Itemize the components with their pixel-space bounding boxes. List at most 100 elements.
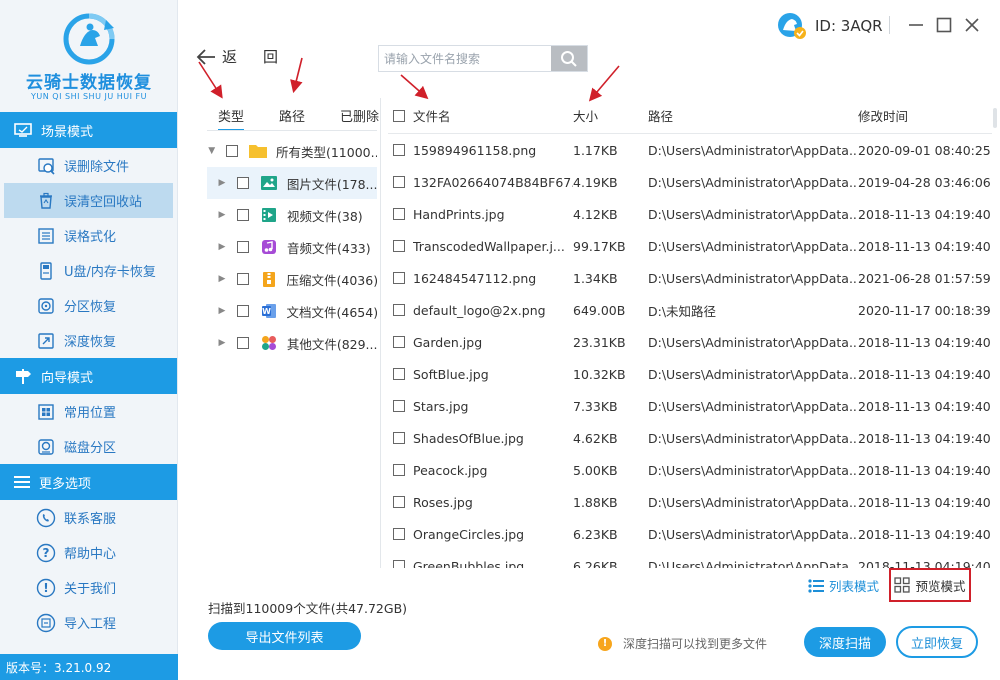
- table-row[interactable]: ShadesOfBlue.jpg 4.62KB D:\Users\Administr…: [388, 422, 992, 454]
- column-header-size[interactable]: 大小: [573, 106, 648, 125]
- tree-item-label: 视频文件(38): [287, 208, 363, 224]
- user-id[interactable]: ID: 3AQR: [777, 12, 883, 40]
- maximize-button[interactable]: [930, 12, 958, 38]
- tree-item-videos[interactable]: ▶ 视频文件(38): [207, 199, 377, 231]
- column-header-path[interactable]: 路径: [648, 106, 858, 125]
- row-checkbox[interactable]: [393, 208, 405, 220]
- recover-now-button[interactable]: 立即恢复: [896, 626, 978, 658]
- checkbox[interactable]: [236, 273, 249, 285]
- tree-item-other-files[interactable]: ▶ 其他文件(829...: [207, 327, 377, 359]
- tree-item-archives[interactable]: ▶ 压缩文件(4036): [207, 263, 377, 295]
- table-row[interactable]: default_logo@2x.png 649.00B D:\未知路径 2020-11…: [388, 294, 992, 326]
- table-row[interactable]: Peacock.jpg 5.00KB D:\Users\Administrator\…: [388, 454, 992, 486]
- row-checkbox[interactable]: [393, 432, 405, 444]
- file-name: GreenBubbles.jpg: [413, 558, 525, 569]
- sidebar-item-recycle-bin[interactable]: 误清空回收站: [4, 183, 173, 218]
- sidebar-item-about-us[interactable]: ! 关于我们: [0, 570, 177, 605]
- expand-arrow-icon[interactable]: ▶: [217, 306, 227, 316]
- row-checkbox[interactable]: [393, 528, 405, 540]
- file-path: D:\Users\Administrator\AppData...: [648, 206, 858, 222]
- row-checkbox[interactable]: [393, 496, 405, 508]
- checkbox[interactable]: [237, 209, 249, 221]
- deep-scan-button[interactable]: 深度扫描: [804, 627, 886, 657]
- divider: [380, 98, 381, 568]
- row-checkbox[interactable]: [393, 176, 405, 188]
- table-row[interactable]: OrangeCircles.jpg 6.23KB D:\Users\Administ…: [388, 518, 992, 550]
- menu-lines-icon: [14, 476, 30, 488]
- sidebar-item-deep-recover[interactable]: 深度恢复: [0, 323, 177, 358]
- file-name: Stars.jpg: [413, 398, 469, 414]
- logo: 云骑士数据恢复 YUN QI SHI SHU JU HUI FU: [0, 0, 177, 112]
- tab-deleted[interactable]: 已删除: [340, 106, 379, 131]
- table-row[interactable]: 162484547112.png 1.34KB D:\Users\Administr…: [388, 262, 992, 294]
- row-checkbox[interactable]: [393, 304, 405, 316]
- sidebar-item-usb-recover[interactable]: U盘/内存卡恢复: [0, 253, 177, 288]
- table-row[interactable]: GreenBubbles.jpg 6.26KB D:\Users\Administr…: [388, 550, 992, 568]
- preview-mode-label: 预览模式: [915, 578, 966, 594]
- list-mode-button[interactable]: 列表模式: [808, 576, 879, 595]
- checkbox[interactable]: [236, 177, 249, 189]
- search-button[interactable]: [551, 46, 587, 71]
- sidebar-item-deleted-files[interactable]: 误删除文件: [0, 148, 177, 183]
- checkbox[interactable]: [226, 145, 238, 157]
- expand-arrow-icon[interactable]: ▶: [217, 210, 227, 220]
- sidebar-item-help-center[interactable]: ? 帮助中心: [0, 535, 177, 570]
- checkbox[interactable]: [237, 241, 249, 253]
- file-size: 649.00B: [573, 302, 626, 318]
- column-header-time[interactable]: 修改时间: [858, 106, 992, 125]
- sidebar-item-label: 误清空回收站: [64, 195, 143, 210]
- row-checkbox[interactable]: [393, 368, 405, 380]
- checkbox[interactable]: [236, 305, 249, 317]
- table-row[interactable]: Garden.jpg 23.31KB D:\Users\Administrator\…: [388, 326, 992, 358]
- file-modified-time: 2018-11-13 04:19:40: [858, 494, 991, 510]
- tab-path[interactable]: 路径: [279, 106, 305, 131]
- row-checkbox[interactable]: [393, 464, 405, 476]
- column-header-name[interactable]: 文件名: [413, 106, 573, 125]
- sidebar-item-partition-recover[interactable]: 分区恢复: [0, 288, 177, 323]
- minimize-button[interactable]: [902, 12, 930, 38]
- expand-arrow-icon[interactable]: ▶: [217, 242, 227, 252]
- sidebar-item-import-project[interactable]: 导入工程: [0, 605, 177, 640]
- expand-arrow-icon[interactable]: ▶: [217, 178, 227, 188]
- search-input[interactable]: [379, 46, 551, 71]
- tree-item-images[interactable]: ▶ 图片文件(178...: [207, 167, 377, 199]
- row-checkbox[interactable]: [393, 144, 405, 156]
- file-size: 4.12KB: [573, 206, 618, 222]
- tree-item-documents[interactable]: ▶ W 文档文件(4654): [207, 295, 377, 327]
- logo-knight-icon: [63, 13, 115, 65]
- row-checkbox[interactable]: [393, 560, 405, 568]
- checkbox[interactable]: [236, 337, 249, 349]
- table-row[interactable]: TranscodedWallpaper.j... 99.17KB D:\Users\…: [388, 230, 992, 262]
- table-scrollbar[interactable]: [993, 108, 997, 128]
- row-checkbox[interactable]: [393, 336, 405, 348]
- tree-item-audio[interactable]: ▶ 音频文件(433): [207, 231, 377, 263]
- preview-mode-button[interactable]: 预览模式: [889, 568, 971, 602]
- file-size: 99.17KB: [573, 238, 626, 254]
- row-checkbox[interactable]: [393, 240, 405, 252]
- table-row[interactable]: HandPrints.jpg 4.12KB D:\Users\Administrat…: [388, 198, 992, 230]
- back-button[interactable]: 返回: [196, 46, 304, 67]
- file-size: 5.00KB: [573, 462, 618, 478]
- row-checkbox[interactable]: [393, 400, 405, 412]
- sidebar-item-label: 误删除文件: [64, 160, 130, 175]
- close-button[interactable]: [958, 12, 986, 38]
- sidebar-item-format[interactable]: 误格式化: [0, 218, 177, 253]
- tree-item-all-types[interactable]: ▼ 所有类型(11000...: [207, 135, 377, 167]
- expand-arrow-icon[interactable]: ▶: [217, 274, 227, 284]
- row-checkbox[interactable]: [393, 272, 405, 284]
- table-row[interactable]: Roses.jpg 1.88KB D:\Users\Administrator\Ap…: [388, 486, 992, 518]
- user-avatar-icon: [778, 13, 806, 39]
- sidebar-item-disk-partition[interactable]: 磁盘分区: [0, 429, 177, 464]
- sidebar-item-common-locations[interactable]: 常用位置: [0, 394, 177, 429]
- sidebar-item-contact-support[interactable]: 联系客服: [0, 500, 177, 535]
- table-row[interactable]: SoftBlue.jpg 10.32KB D:\Users\Administrato…: [388, 358, 992, 390]
- table-row[interactable]: Stars.jpg 7.33KB D:\Users\Administrator\Ap…: [388, 390, 992, 422]
- file-modified-time: 2018-11-13 04:19:40: [858, 430, 991, 446]
- table-row[interactable]: 132FA02664074B84BF67... 4.19KB D:\Users\Ad…: [388, 166, 992, 198]
- expand-arrow-icon[interactable]: ▼: [207, 146, 216, 156]
- expand-arrow-icon[interactable]: ▶: [217, 338, 227, 348]
- tab-type[interactable]: 类型: [218, 106, 245, 131]
- select-all-checkbox[interactable]: [393, 109, 405, 122]
- export-file-list-button[interactable]: 导出文件列表: [208, 622, 361, 650]
- table-row[interactable]: 159894961158.png 1.17KB D:\Users\Administr…: [388, 134, 992, 166]
